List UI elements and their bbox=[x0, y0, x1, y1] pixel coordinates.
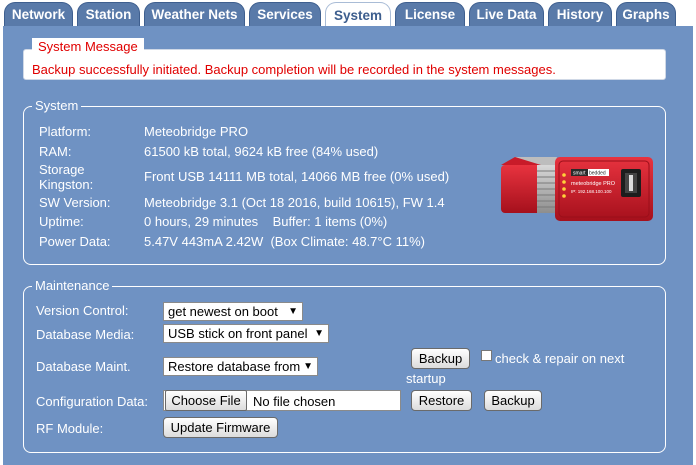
ram-value: 61500 kB total, 9624 kB free (84% used) bbox=[144, 144, 379, 159]
tab-network[interactable]: Network bbox=[4, 2, 73, 26]
sw-version-label: SW Version: bbox=[39, 195, 111, 210]
power-data-value: 5.47V 443mA 2.42W (Box Climate: 48.7°C 1… bbox=[144, 234, 425, 249]
version-control-select[interactable]: get newest on boot ▼ bbox=[163, 302, 303, 321]
tab-license[interactable]: License bbox=[395, 2, 465, 26]
device-model-text: meteobridge PRO bbox=[571, 181, 616, 187]
device-ip-text: IP: 192.168.100.100 bbox=[571, 189, 612, 194]
meteobridge-device-image: smart bedded meteobridge PRO IP: 192.168… bbox=[501, 157, 653, 221]
tab-history[interactable]: History bbox=[548, 2, 612, 26]
device-brand-right: bedded bbox=[589, 171, 606, 177]
sw-version-value: Meteobridge 3.1 (Oct 18 2016, build 1061… bbox=[144, 195, 445, 210]
storage-label-line2: Kingston: bbox=[39, 177, 94, 192]
database-maint-select[interactable]: Restore database from ▼ bbox=[163, 357, 318, 376]
chevron-down-icon: ▼ bbox=[314, 328, 324, 339]
database-backup-button[interactable]: Backup bbox=[411, 348, 470, 369]
storage-label-line1: Storage bbox=[39, 162, 85, 177]
database-media-selected: USB stick on front panel bbox=[168, 326, 308, 341]
database-maint-selected: Restore database from bbox=[168, 359, 301, 374]
update-firmware-button[interactable]: Update Firmware bbox=[163, 417, 278, 438]
tab-station[interactable]: Station bbox=[77, 2, 140, 26]
device-brand-left: smart bbox=[573, 171, 586, 177]
check-repair-label: check & repair on next bbox=[495, 351, 625, 366]
configuration-data-label: Configuration Data: bbox=[36, 394, 149, 409]
platform-label: Platform: bbox=[39, 124, 92, 139]
check-repair-checkbox[interactable] bbox=[481, 350, 492, 361]
uptime-label: Uptime: bbox=[39, 214, 84, 229]
file-status-text: No file chosen bbox=[253, 394, 336, 409]
tab-bar: Network Station Weather Nets Services Sy… bbox=[0, 0, 696, 27]
chevron-down-icon: ▼ bbox=[288, 306, 298, 317]
database-media-label: Database Media: bbox=[36, 327, 135, 342]
config-restore-button[interactable]: Restore bbox=[411, 390, 472, 411]
tab-services[interactable]: Services bbox=[249, 2, 321, 26]
tab-system[interactable]: System bbox=[325, 2, 391, 27]
check-repair-label-line2: startup bbox=[406, 371, 446, 386]
platform-value: Meteobridge PRO bbox=[144, 124, 249, 139]
maintenance-legend: Maintenance bbox=[32, 278, 113, 294]
database-media-select[interactable]: USB stick on front panel ▼ bbox=[163, 324, 329, 343]
tab-weather-nets[interactable]: Weather Nets bbox=[144, 2, 245, 26]
power-data-label: Power Data: bbox=[39, 234, 111, 249]
tab-live-data[interactable]: Live Data bbox=[469, 2, 544, 26]
system-legend: System bbox=[32, 98, 82, 114]
version-control-selected: get newest on boot bbox=[168, 304, 278, 319]
rf-module-label: RF Module: bbox=[36, 421, 104, 436]
ram-label: RAM: bbox=[39, 144, 72, 159]
tab-graphs[interactable]: Graphs bbox=[616, 2, 676, 26]
database-maint-label: Database Maint. bbox=[36, 359, 131, 374]
choose-file-button[interactable]: Choose File bbox=[165, 390, 247, 411]
system-message-title: System Message bbox=[32, 38, 144, 56]
uptime-value: 0 hours, 29 minutes Buffer: 1 items (0%) bbox=[144, 214, 388, 229]
system-message-text: Backup successfully initiated. Backup co… bbox=[32, 62, 556, 77]
chevron-down-icon: ▼ bbox=[303, 361, 313, 372]
storage-value: Front USB 14111 MB total, 14066 MB free … bbox=[144, 169, 450, 184]
config-backup-button[interactable]: Backup bbox=[484, 390, 542, 411]
version-control-label: Version Control: bbox=[36, 303, 129, 318]
